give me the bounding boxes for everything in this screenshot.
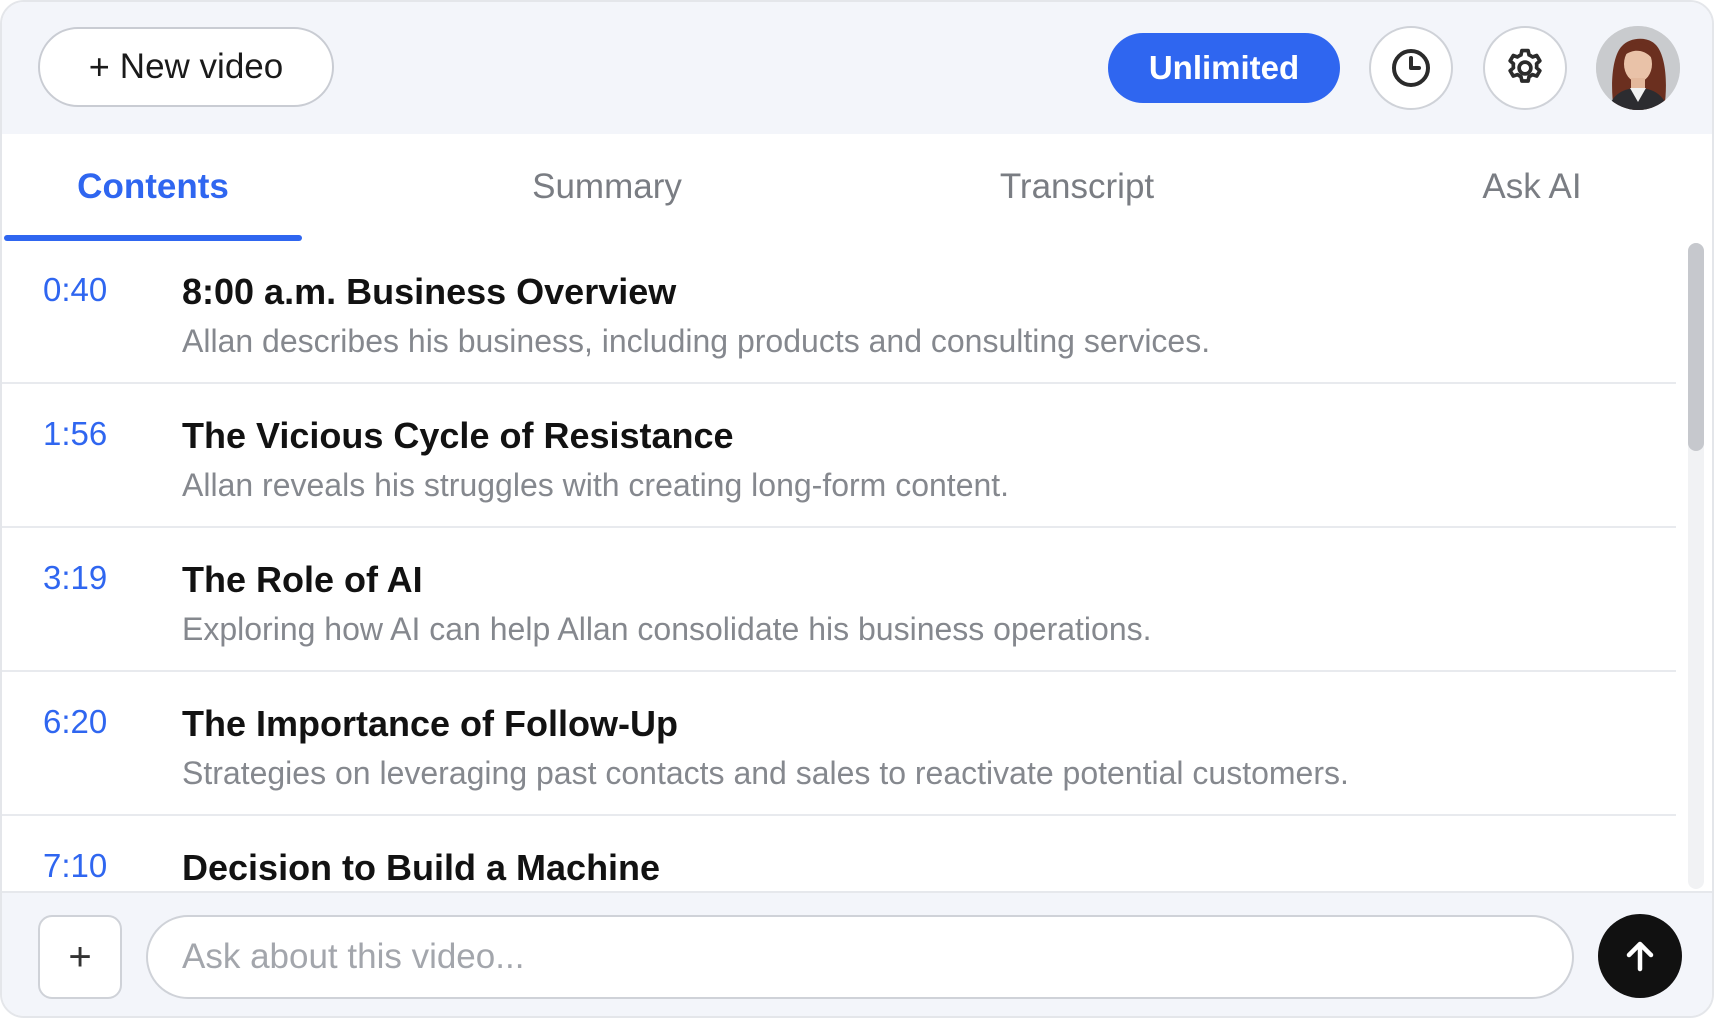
timestamp-link[interactable]: 7:10 xyxy=(43,847,107,885)
list-item[interactable]: 7:10 Decision to Build a Machine xyxy=(2,817,1676,891)
chapter-description: Allan reveals his struggles with creatin… xyxy=(182,467,1010,503)
avatar-image xyxy=(1596,26,1680,110)
ask-input[interactable] xyxy=(146,915,1574,999)
video-assistant-window: + New video Unlimited Contents Summary T… xyxy=(0,0,1714,1018)
ask-bar: + xyxy=(2,891,1712,1016)
chapter-title: The Role of AI xyxy=(182,559,423,600)
new-video-button[interactable]: + New video xyxy=(38,27,334,107)
plan-badge-button[interactable]: Unlimited xyxy=(1108,33,1340,103)
tab-transcript[interactable]: Transcript xyxy=(907,134,1247,239)
timestamp-link[interactable]: 6:20 xyxy=(43,703,107,741)
chapter-description: Exploring how AI can help Allan consolid… xyxy=(182,611,1152,647)
gear-icon xyxy=(1508,48,1542,83)
scrollbar-thumb[interactable] xyxy=(1688,243,1704,451)
user-avatar[interactable] xyxy=(1596,26,1680,110)
list-item[interactable]: 0:40 8:00 a.m. Business Overview Allan d… xyxy=(2,241,1676,384)
list-item[interactable]: 6:20 The Importance of Follow-Up Strateg… xyxy=(2,673,1676,816)
chapter-title: The Vicious Cycle of Resistance xyxy=(182,415,734,456)
timestamp-link[interactable]: 3:19 xyxy=(43,559,107,597)
list-item[interactable]: 1:56 The Vicious Cycle of Resistance All… xyxy=(2,385,1676,528)
tab-ask-ai[interactable]: Ask AI xyxy=(1392,134,1672,239)
tab-bar: Contents Summary Transcript Ask AI xyxy=(2,134,1712,243)
tab-contents[interactable]: Contents xyxy=(4,134,302,239)
chapter-description: Strategies on leveraging past contacts a… xyxy=(182,755,1349,791)
timestamp-link[interactable]: 1:56 xyxy=(43,415,107,453)
history-button[interactable] xyxy=(1369,26,1453,110)
arrow-up-icon xyxy=(1626,941,1654,972)
settings-button[interactable] xyxy=(1483,26,1567,110)
scrollbar-track[interactable] xyxy=(1688,243,1704,889)
send-button[interactable] xyxy=(1598,914,1682,998)
chapter-title: 8:00 a.m. Business Overview xyxy=(182,271,677,312)
timestamp-link[interactable]: 0:40 xyxy=(43,271,107,309)
tab-summary[interactable]: Summary xyxy=(442,134,772,239)
list-item[interactable]: 3:19 The Role of AI Exploring how AI can… xyxy=(2,529,1676,672)
chapter-description: Allan describes his business, including … xyxy=(182,323,1211,359)
chapter-title: The Importance of Follow-Up xyxy=(182,703,678,744)
contents-list: 0:40 8:00 a.m. Business Overview Allan d… xyxy=(2,241,1712,891)
new-video-label: New video xyxy=(119,47,284,86)
chapter-title: Decision to Build a Machine xyxy=(182,847,661,888)
plus-icon: + xyxy=(88,46,110,87)
attach-button[interactable]: + xyxy=(38,915,122,999)
header-bar: + New video Unlimited xyxy=(2,2,1712,134)
clock-icon xyxy=(1392,49,1430,87)
